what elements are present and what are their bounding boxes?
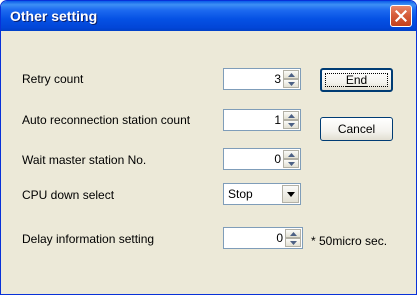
cpu-down-dropdown-button[interactable] — [282, 185, 299, 203]
delay-info-label: Delay information setting — [22, 232, 155, 246]
arrow-down-icon — [288, 162, 295, 166]
title-bar[interactable]: Other setting — [1, 1, 416, 31]
retry-count-label: Retry count — [22, 72, 84, 86]
cpu-down-label: CPU down select — [22, 188, 115, 202]
arrow-down-icon — [288, 123, 295, 127]
retry-count-value[interactable]: 3 — [274, 72, 281, 86]
wait-master-down-button[interactable] — [283, 159, 299, 168]
dialog-title: Other setting — [10, 8, 98, 24]
auto-reconnection-value[interactable]: 1 — [274, 113, 281, 127]
delay-info-unit: * 50micro sec. — [311, 234, 388, 248]
arrow-up-icon — [288, 73, 295, 77]
cpu-down-select[interactable]: Stop — [223, 183, 301, 205]
retry-count-down-button[interactable] — [283, 79, 299, 88]
chevron-down-icon — [287, 192, 295, 197]
wait-master-up-button[interactable] — [283, 150, 299, 159]
cancel-button[interactable]: Cancel — [320, 117, 393, 141]
arrow-up-icon — [290, 232, 297, 236]
auto-reconnection-spinbox[interactable]: 1 — [223, 109, 301, 131]
arrow-down-icon — [290, 241, 297, 245]
delay-info-up-button[interactable] — [285, 229, 301, 238]
wait-master-value[interactable]: 0 — [274, 152, 281, 166]
auto-reconnection-up-button[interactable] — [283, 111, 299, 120]
retry-count-up-button[interactable] — [283, 70, 299, 79]
auto-reconnection-down-button[interactable] — [283, 120, 299, 129]
cancel-button-label: Cancel — [337, 122, 376, 136]
end-button[interactable]: End — [320, 68, 393, 92]
retry-count-spinbox[interactable]: 3 — [223, 68, 301, 90]
close-button[interactable] — [390, 5, 412, 27]
auto-reconnection-label: Auto reconnection station count — [22, 113, 191, 127]
dialog-content: Retry count 3 Auto reconnection station … — [4, 31, 413, 291]
arrow-up-icon — [288, 114, 295, 118]
cpu-down-value: Stop — [228, 187, 253, 201]
close-icon — [395, 10, 407, 22]
delay-info-down-button[interactable] — [285, 238, 301, 247]
wait-master-spinbox[interactable]: 0 — [223, 148, 301, 170]
other-setting-dialog: Other setting Retry count 3 Auto reconne… — [0, 0, 417, 295]
arrow-down-icon — [288, 82, 295, 86]
delay-info-spinbox[interactable]: 0 — [223, 227, 303, 249]
wait-master-label: Wait master station No. — [22, 153, 147, 167]
delay-info-value[interactable]: 0 — [276, 231, 283, 245]
arrow-up-icon — [288, 153, 295, 157]
